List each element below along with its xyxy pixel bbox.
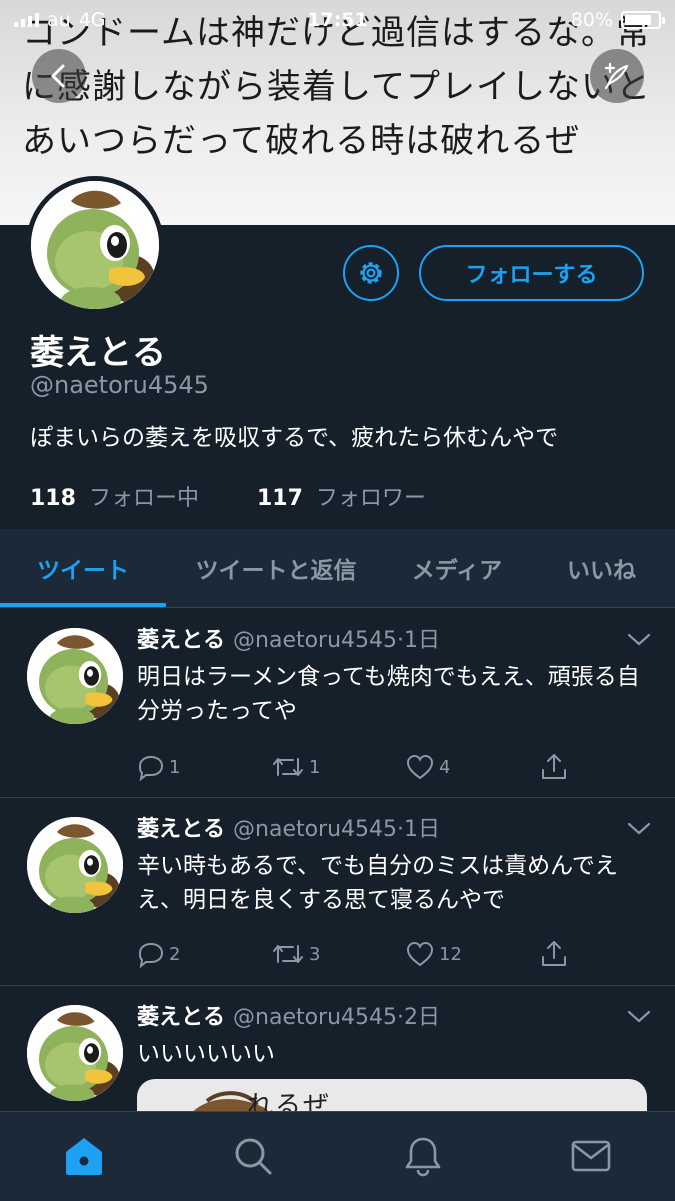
following-link[interactable]: 118 フォロー中 — [30, 480, 199, 512]
like-icon — [406, 754, 434, 780]
chevron-down-icon — [627, 1010, 651, 1023]
like-button[interactable]: 4 — [405, 753, 539, 781]
tweet[interactable]: 萎えとる @naetoru4545·1日 明日はラーメン食っても焼肉でもええ、頑張… — [0, 608, 675, 798]
like-button[interactable]: 12 — [405, 940, 539, 968]
tweet-text: 辛い時もあるで、でも自分のミスは責めんでええ、明日を良くする思て寝るんやで — [137, 853, 618, 913]
nav-notifications[interactable] — [401, 1134, 445, 1178]
like-count: 12 — [439, 943, 462, 965]
tweet-author-name[interactable]: 萎えとる — [137, 1005, 225, 1030]
gear-icon — [360, 262, 382, 284]
following-count: 118 — [30, 486, 76, 511]
profile-name: 萎えとる — [30, 333, 166, 373]
share-icon — [542, 941, 566, 966]
turtle-avatar-icon — [27, 1005, 123, 1101]
tweet-author-handle: @naetoru4545 — [233, 628, 398, 653]
tweet-header: 萎えとる @naetoru4545·2日 — [137, 999, 440, 1031]
tweet-actions: 2 3 12 — [137, 939, 673, 969]
retweet-button[interactable]: 1 — [271, 754, 405, 780]
reply-icon — [138, 942, 164, 968]
tab-tweets-and-replies[interactable]: ツイートと返信 — [166, 529, 386, 607]
settings-button[interactable] — [343, 245, 399, 301]
tweet-menu-button[interactable] — [627, 632, 651, 651]
reply-count: 1 — [169, 756, 181, 778]
tab-tweets[interactable]: ツイート — [0, 529, 166, 607]
profile-bio: ぽまいらの萎えを吸収するで、疲れたら休むんやで — [30, 425, 559, 451]
compose-icon — [604, 62, 629, 90]
battery-percent: 80% — [570, 9, 613, 31]
back-icon — [51, 64, 65, 88]
tab-likes[interactable]: いいね — [528, 529, 675, 607]
retweet-icon — [273, 945, 303, 963]
follow-counts: 118 フォロー中 117 フォロワー — [30, 480, 426, 512]
tweet-author-name[interactable]: 萎えとる — [137, 817, 225, 842]
nav-home[interactable] — [62, 1134, 106, 1178]
tweet-text: いいいいいい — [137, 1041, 275, 1067]
followers-link[interactable]: 117 フォロワー — [257, 480, 426, 512]
tweet-author-handle: @naetoru4545 — [233, 817, 398, 842]
reply-button[interactable]: 2 — [137, 940, 271, 968]
tweet-author-name[interactable]: 萎えとる — [137, 628, 225, 653]
tweet-header: 萎えとる @naetoru4545·1日 — [137, 622, 440, 654]
tweet-time: 1日 — [404, 817, 441, 842]
tweet-dot: · — [397, 1005, 405, 1030]
tweet-time: 2日 — [404, 1005, 441, 1030]
share-icon — [542, 754, 566, 779]
retweet-icon — [273, 758, 303, 776]
tweet-time: 1日 — [404, 628, 441, 653]
battery-icon — [621, 11, 665, 29]
followers-label: フォロワー — [315, 486, 426, 511]
nav-messages[interactable] — [569, 1134, 613, 1178]
tab-media[interactable]: メディア — [386, 529, 528, 607]
tweet-header: 萎えとる @naetoru4545·1日 — [137, 811, 440, 843]
status-right: 80% — [570, 9, 665, 31]
chevron-down-icon — [627, 822, 651, 835]
followers-count: 117 — [256, 486, 303, 511]
tweet-dot: · — [397, 628, 405, 653]
compose-button[interactable] — [590, 49, 644, 103]
tweet-avatar[interactable] — [27, 628, 123, 724]
turtle-avatar-icon — [31, 181, 159, 309]
like-count: 4 — [439, 756, 451, 778]
turtle-avatar-icon — [27, 817, 123, 913]
tweet-dot: · — [397, 817, 405, 842]
tweet-avatar[interactable] — [27, 817, 123, 913]
active-tab-indicator — [0, 603, 166, 607]
retweet-count: 1 — [309, 756, 321, 778]
reply-icon — [138, 755, 164, 781]
home-icon — [66, 1138, 102, 1175]
tweet-menu-button[interactable] — [627, 821, 651, 840]
reply-count: 2 — [169, 943, 181, 965]
tweet-menu-button[interactable] — [627, 1009, 651, 1028]
follow-button[interactable]: フォローする — [419, 245, 644, 301]
like-icon — [406, 941, 434, 967]
bottom-navigation — [0, 1111, 675, 1201]
profile-handle: @naetoru4545 — [30, 371, 209, 399]
battery-fill — [625, 15, 651, 25]
retweet-button[interactable]: 3 — [271, 941, 405, 967]
search-icon — [235, 1138, 272, 1175]
tweet[interactable]: 萎えとる @naetoru4545·2日 いいいいいい れるぜ — [0, 985, 675, 1139]
profile-avatar[interactable] — [26, 176, 164, 314]
share-button[interactable] — [539, 939, 673, 969]
nav-search[interactable] — [231, 1134, 275, 1178]
back-button[interactable] — [32, 49, 86, 103]
turtle-avatar-icon — [27, 628, 123, 724]
tweet-actions: 1 1 4 — [137, 752, 673, 782]
tweet-text: 明日はラーメン食っても焼肉でもええ、頑張る自分労ったってや — [137, 664, 640, 724]
profile-tabs: ツイート ツイートと返信 メディア いいね — [0, 529, 675, 608]
chevron-down-icon — [627, 633, 651, 646]
reply-button[interactable]: 1 — [137, 753, 271, 781]
retweet-count: 3 — [309, 943, 321, 965]
following-label: フォロー中 — [88, 486, 199, 511]
share-button[interactable] — [539, 752, 673, 782]
notifications-icon — [405, 1137, 441, 1177]
messages-icon — [571, 1140, 611, 1172]
tweet-author-handle: @naetoru4545 — [233, 1005, 398, 1030]
tweet[interactable]: 萎えとる @naetoru4545·1日 辛い時もあるで、でも自分のミスは責めんで… — [0, 797, 675, 986]
tweet-avatar[interactable] — [27, 1005, 123, 1101]
status-bar: au 4G 17:51 80% — [0, 0, 675, 40]
